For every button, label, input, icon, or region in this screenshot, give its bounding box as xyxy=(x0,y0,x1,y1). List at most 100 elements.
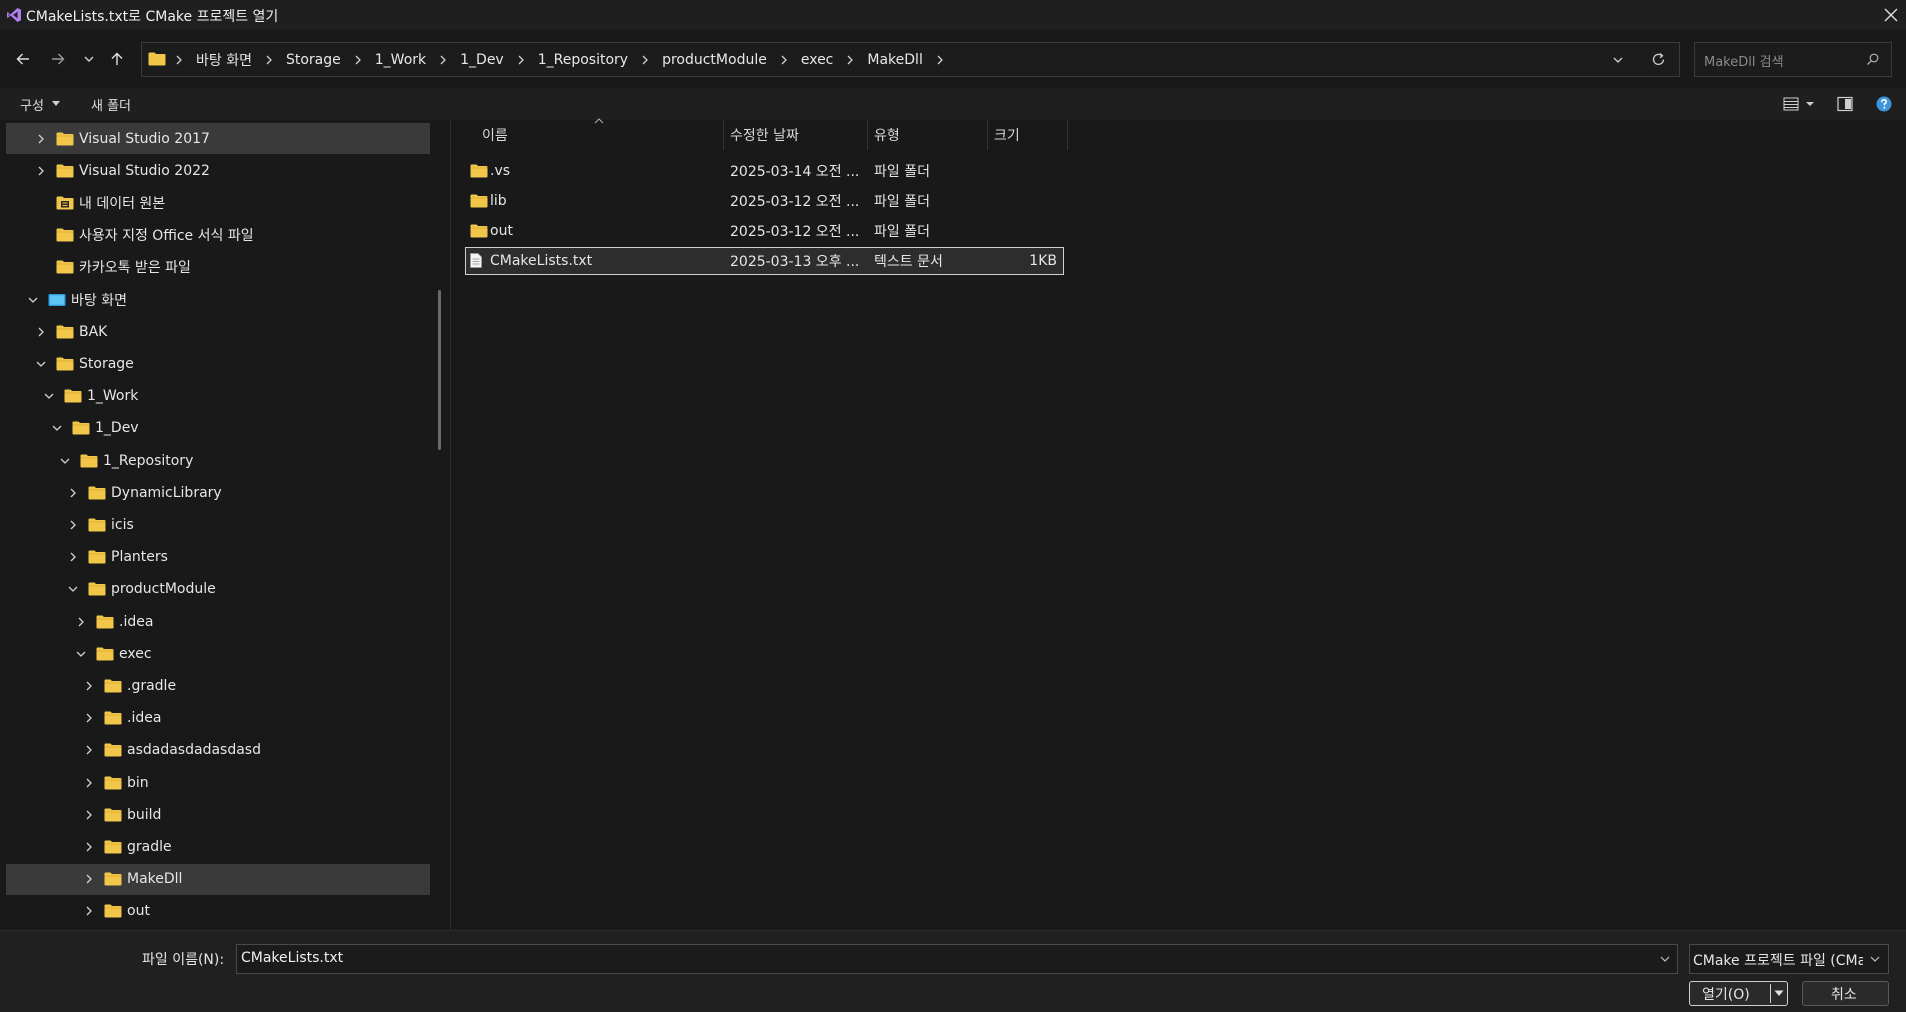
tree-item-dynamiclibrary[interactable]: DynamicLibrary xyxy=(6,477,430,508)
breadcrumb-storage[interactable]: Storage xyxy=(284,52,343,68)
chevron-right-icon[interactable] xyxy=(777,53,791,67)
file-row-vs[interactable]: .vs 2025-03-14 오전 ... 파일 폴더 xyxy=(466,158,1063,184)
column-header-type[interactable]: 유형 xyxy=(874,125,900,145)
chevron-down-icon[interactable] xyxy=(58,454,72,468)
tree-item-out[interactable]: out xyxy=(6,896,430,927)
chevron-right-icon[interactable] xyxy=(262,53,276,67)
tree-item-gradle[interactable]: gradle xyxy=(6,831,430,862)
tree-item-idea[interactable]: .idea xyxy=(6,703,430,734)
chevron-down-icon[interactable] xyxy=(42,389,56,403)
tree-item-planters[interactable]: Planters xyxy=(6,542,430,573)
breadcrumb-1-work[interactable]: 1_Work xyxy=(373,52,428,68)
tree-item-1-work[interactable]: 1_Work xyxy=(6,381,430,412)
filename-value[interactable]: CMakeLists.txt xyxy=(241,950,343,966)
file-row-out[interactable]: out 2025-03-12 오전 ... 파일 폴더 xyxy=(466,218,1063,244)
search-icon[interactable] xyxy=(1866,53,1879,66)
view-options-button[interactable] xyxy=(1783,96,1817,112)
tree-item-bin[interactable]: bin xyxy=(6,767,430,798)
tree-scrollbar[interactable] xyxy=(438,290,441,450)
breadcrumb-exec[interactable]: exec xyxy=(799,52,836,68)
chevron-right-icon[interactable] xyxy=(66,518,80,532)
tree-item-storage[interactable]: Storage xyxy=(6,348,430,379)
chevron-right-icon[interactable] xyxy=(514,53,528,67)
help-button[interactable] xyxy=(1876,96,1892,112)
tree-item-바탕-화면[interactable]: 바탕 화면 xyxy=(6,284,430,315)
breadcrumb-productmodule[interactable]: productModule xyxy=(660,52,769,68)
column-header-size[interactable]: 크기 xyxy=(994,125,1020,145)
chevron-right-icon[interactable] xyxy=(436,53,450,67)
tree-item-asdadasdadasdasd[interactable]: asdadasdadasdasd xyxy=(6,735,430,766)
chevron-right-icon[interactable] xyxy=(82,743,96,757)
tree-item-bak[interactable]: BAK xyxy=(6,316,430,347)
column-divider[interactable] xyxy=(723,120,724,150)
chevron-right-icon[interactable] xyxy=(843,53,857,67)
tree-item-1-repository[interactable]: 1_Repository xyxy=(6,445,430,476)
file-type-value[interactable]: CMake 프로젝트 파일 (CMakeLists.txt) xyxy=(1693,950,1863,970)
breadcrumb-makedll[interactable]: MakeDll xyxy=(865,52,924,68)
chevron-right-icon[interactable] xyxy=(933,53,947,67)
chevron-right-icon[interactable] xyxy=(82,808,96,822)
address-dropdown-button[interactable] xyxy=(1612,54,1624,66)
tree-item-사용자-지정-office-서식-파일[interactable]: 사용자 지정 Office 서식 파일 xyxy=(6,220,430,251)
chevron-down-icon[interactable] xyxy=(26,293,40,307)
chevron-right-icon[interactable] xyxy=(82,679,96,693)
tree-item-idea[interactable]: .idea xyxy=(6,606,430,637)
preview-pane-button[interactable] xyxy=(1837,96,1853,112)
refresh-button[interactable] xyxy=(1651,52,1666,67)
organize-button[interactable]: 구성 xyxy=(20,95,44,114)
chevron-right-icon[interactable] xyxy=(82,776,96,790)
open-options-dropdown[interactable] xyxy=(1774,990,1784,997)
column-divider[interactable] xyxy=(987,120,988,150)
recent-locations-button[interactable] xyxy=(76,46,102,72)
chevron-down-icon[interactable] xyxy=(74,647,88,661)
chevron-right-icon[interactable] xyxy=(82,840,96,854)
chevron-right-icon[interactable] xyxy=(34,164,48,178)
chevron-down-icon[interactable] xyxy=(34,357,48,371)
chevron-right-icon[interactable] xyxy=(74,615,88,629)
chevron-right-icon[interactable] xyxy=(82,872,96,886)
chevron-right-icon[interactable] xyxy=(638,53,652,67)
column-divider[interactable] xyxy=(1067,120,1068,150)
breadcrumb-1-dev[interactable]: 1_Dev xyxy=(458,52,506,68)
chevron-right-icon[interactable] xyxy=(34,132,48,146)
up-button[interactable] xyxy=(104,46,130,72)
chevron-down-icon[interactable] xyxy=(50,421,64,435)
tree-item-내-데이터-원본[interactable]: 내 데이터 원본 xyxy=(6,187,430,218)
file-row-cmakelists-txt[interactable]: CMakeLists.txt 2025-03-13 오후 ... 텍스트 문서 1KB xyxy=(465,247,1064,275)
chevron-right-icon[interactable] xyxy=(82,711,96,725)
forward-button[interactable] xyxy=(45,46,71,72)
tree-item-build[interactable]: build xyxy=(6,799,430,830)
chevron-down-icon[interactable] xyxy=(66,582,80,596)
tree-item-productmodule[interactable]: productModule xyxy=(6,574,430,605)
breadcrumb-1-repository[interactable]: 1_Repository xyxy=(536,52,630,68)
tree-item-gradle[interactable]: .gradle xyxy=(6,670,430,701)
back-button[interactable] xyxy=(10,46,36,72)
file-row-lib[interactable]: lib 2025-03-12 오전 ... 파일 폴더 xyxy=(466,188,1063,214)
chevron-right-icon[interactable] xyxy=(66,486,80,500)
new-folder-button[interactable]: 새 폴더 xyxy=(91,95,131,114)
organize-dropdown-icon[interactable] xyxy=(52,101,60,107)
tree-item-exec[interactable]: exec xyxy=(6,638,430,669)
file-type-dropdown-icon[interactable] xyxy=(1869,954,1881,964)
chevron-right-icon[interactable] xyxy=(66,550,80,564)
tree-item-1-dev[interactable]: 1_Dev xyxy=(6,413,430,444)
tree-item-visual-studio-2017[interactable]: Visual Studio 2017 xyxy=(6,123,430,154)
filename-history-button[interactable] xyxy=(1659,954,1671,964)
filename-field[interactable] xyxy=(236,944,1678,974)
chevron-right-icon[interactable] xyxy=(172,53,186,67)
chevron-right-icon[interactable] xyxy=(34,325,48,339)
chevron-right-icon[interactable] xyxy=(82,904,96,918)
tree-item-카카오톡-받은-파일[interactable]: 카카오톡 받은 파일 xyxy=(6,252,430,283)
column-header-date[interactable]: 수정한 날짜 xyxy=(730,125,799,145)
cancel-button-label[interactable]: 취소 xyxy=(1831,984,1857,1004)
chevron-right-icon[interactable] xyxy=(351,53,365,67)
open-button-label[interactable]: 열기(O) xyxy=(1702,984,1750,1004)
file-size: 1KB xyxy=(1029,253,1057,269)
close-icon[interactable] xyxy=(1882,6,1900,24)
column-header-name[interactable]: 이름 xyxy=(482,125,508,145)
tree-item-icis[interactable]: icis xyxy=(6,509,430,540)
tree-item-visual-studio-2022[interactable]: Visual Studio 2022 xyxy=(6,155,430,186)
tree-item-makedll[interactable]: MakeDll xyxy=(6,863,430,895)
breadcrumb-desktop[interactable]: 바탕 화면 xyxy=(194,50,254,70)
column-divider[interactable] xyxy=(867,120,868,150)
